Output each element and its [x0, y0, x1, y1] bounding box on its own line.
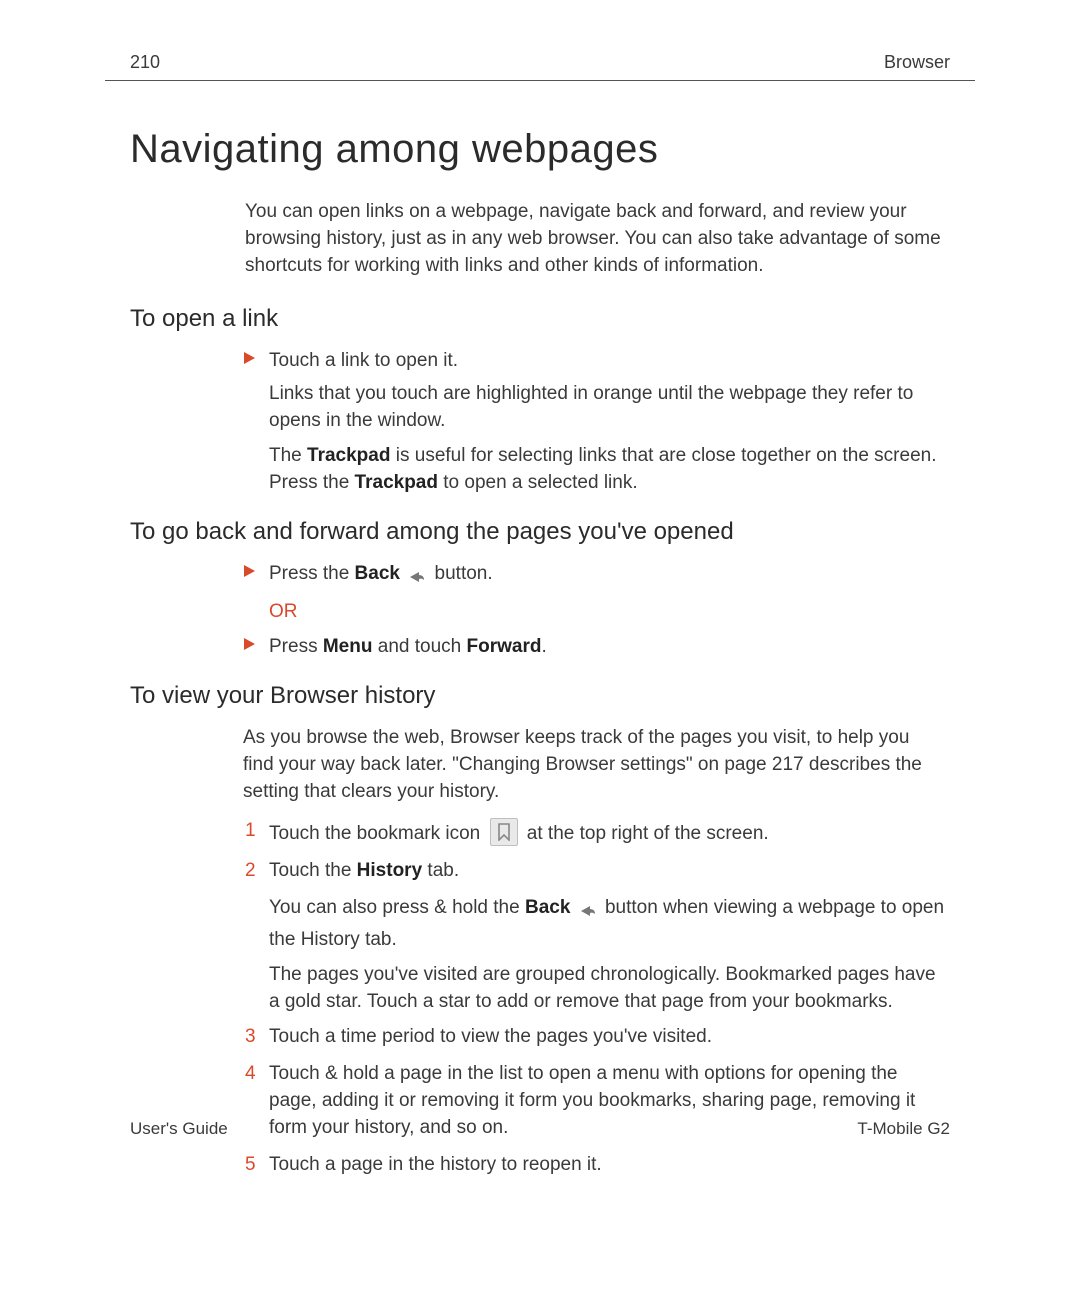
- back-arrow-icon: [578, 900, 598, 927]
- section-history: As you browse the web, Browser keeps tra…: [243, 725, 945, 1179]
- section-label: Browser: [884, 50, 950, 76]
- step-number: 4: [245, 1061, 256, 1088]
- triangle-bullet-icon: [243, 637, 257, 651]
- body-text: You can also press & hold the Back butto…: [243, 895, 945, 954]
- intro-paragraph: You can open links on a webpage, navigat…: [245, 199, 945, 280]
- footer-right: T-Mobile G2: [857, 1117, 950, 1141]
- bullet-item: Touch a link to open it.: [243, 348, 945, 375]
- step-text: Touch the History tab.: [269, 860, 459, 881]
- subheading-history: To view your Browser history: [130, 679, 975, 713]
- section-open-link: Touch a link to open it. Links that you …: [243, 348, 945, 497]
- body-text: Links that you touch are highlighted in …: [243, 381, 945, 435]
- page-footer: User's Guide T-Mobile G2: [130, 1117, 950, 1141]
- body-text: As you browse the web, Browser keeps tra…: [243, 725, 945, 806]
- back-arrow-icon: [407, 566, 427, 593]
- triangle-bullet-icon: [243, 564, 257, 578]
- footer-left: User's Guide: [130, 1117, 228, 1141]
- bullet-text: Press the Back button.: [269, 563, 493, 584]
- subheading-open-link: To open a link: [130, 302, 975, 336]
- step-text: Touch the bookmark icon at the top right…: [269, 823, 769, 844]
- step-text: Touch a time period to view the pages yo…: [269, 1026, 712, 1047]
- step-number: 3: [245, 1024, 256, 1051]
- step-item: 5 Touch a page in the history to reopen …: [243, 1152, 945, 1179]
- bullet-text: Touch a link to open it.: [269, 350, 458, 371]
- step-text: Touch a page in the history to reopen it…: [269, 1154, 602, 1175]
- body-text: The Trackpad is useful for selecting lin…: [243, 443, 945, 497]
- step-item: 3 Touch a time period to view the pages …: [243, 1024, 945, 1051]
- triangle-bullet-icon: [243, 351, 257, 365]
- or-separator: OR: [243, 599, 945, 626]
- bookmark-icon: [490, 818, 518, 846]
- step-number: 2: [245, 858, 256, 885]
- page-title: Navigating among webpages: [130, 121, 975, 178]
- page-header: 210 Browser: [105, 50, 975, 81]
- step-number: 5: [245, 1152, 256, 1179]
- step-item: 1 Touch the bookmark icon at the top rig…: [243, 818, 945, 848]
- manual-page: 210 Browser Navigating among webpages Yo…: [0, 0, 1080, 1296]
- step-item: 2 Touch the History tab.: [243, 858, 945, 885]
- page-number: 210: [130, 50, 160, 76]
- section-back-forward: Press the Back button. OR Press Menu and…: [243, 561, 945, 661]
- bullet-item: Press Menu and touch Forward.: [243, 634, 945, 661]
- bullet-item: Press the Back button.: [243, 561, 945, 593]
- subheading-back-forward: To go back and forward among the pages y…: [130, 515, 975, 549]
- bullet-text: Press Menu and touch Forward.: [269, 636, 547, 657]
- step-number: 1: [245, 818, 256, 845]
- body-text: The pages you've visited are grouped chr…: [243, 962, 945, 1016]
